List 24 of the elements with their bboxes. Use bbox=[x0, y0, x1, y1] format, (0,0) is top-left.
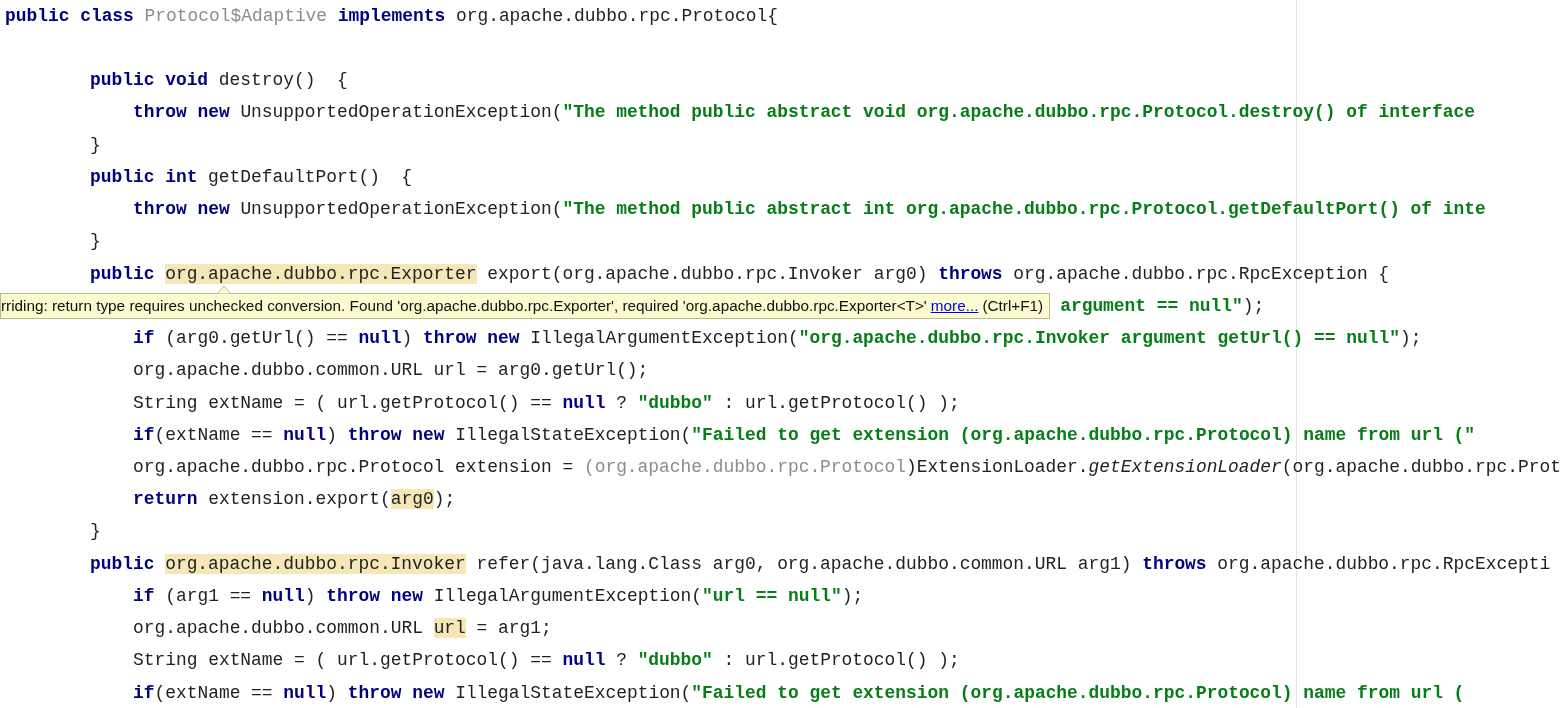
code-line: public class Protocol$Adaptive implements org.apache.dubbo.rpc.Protocol{ bbox=[5, 4, 779, 28]
code-line: public int getDefaultPort() { bbox=[90, 165, 413, 189]
code-line: if(extName == null) throw new IllegalStateException("Failed to get extension (org.apache.dubbo.rpc.Protocol) name from url (" bbox=[133, 423, 1476, 447]
code-line: public org.apache.dubbo.rpc.Exporter export(org.apache.dubbo.rpc.Invoker arg0) throws org.apache.dubbo.rpc.RpcException { bbox=[90, 262, 1390, 286]
code-line: String extName = ( url.getProtocol() == null ? "dubbo" : url.getProtocol() ); bbox=[133, 391, 960, 415]
code-line: public org.apache.dubbo.rpc.Invoker refer(java.lang.Class arg0, org.apache.dubbo.common.URL arg1) throws org.apache.dubbo.rpc.RpcExcepti bbox=[90, 552, 1551, 576]
code-line: } bbox=[90, 230, 101, 254]
code-line: } bbox=[90, 520, 101, 544]
code-line: throw new UnsupportedOperationException("The method public abstract int org.apache.dubbo.rpc.Protocol.getDefaultPort() of inte bbox=[133, 198, 1486, 222]
tooltip-text: rriding: return type requires unchecked conversion. Found 'org.apache.dubbo.rpc.Exporter', required 'org.apache.dubbo.rpc.Exporter<T>' bbox=[1, 295, 927, 316]
code-line: if(extName == null) throw new IllegalStateException("Failed to get extension (org.apache.dubbo.rpc.Protocol) name from url ( bbox=[133, 681, 1465, 705]
code-line: public void destroy() { bbox=[90, 69, 348, 93]
code-line: org.apache.dubbo.rpc.Protocol extension = (org.apache.dubbo.rpc.Protocol)ExtensionLoader.getExtensionLoader(org.apache.dubbo.rpc.Prot bbox=[133, 455, 1561, 479]
code-line: return extension.export(arg0); bbox=[133, 488, 456, 512]
code-line: if (arg0.getUrl() == null) throw new IllegalArgumentException("org.apache.dubbo.rpc.Invoker argument getUrl() == null"); bbox=[133, 327, 1422, 351]
code-line: if (arg1 == null) throw new IllegalArgumentException("url == null"); bbox=[133, 584, 864, 608]
code-line: throw new UnsupportedOperationException("The method public abstract void org.apache.dubbo.rpc.Protocol.destroy() of interface bbox=[133, 101, 1476, 125]
code-line: } bbox=[90, 133, 101, 157]
code-line: argument == null"); bbox=[1060, 294, 1265, 318]
code-line: org.apache.dubbo.common.URL url = arg1; bbox=[133, 617, 552, 641]
more-link[interactable]: more... bbox=[930, 294, 979, 318]
code-line: org.apache.dubbo.common.URL url = arg0.getUrl(); bbox=[133, 359, 649, 383]
code-line: String extName = ( url.getProtocol() == null ? "dubbo" : url.getProtocol() ); bbox=[133, 649, 960, 673]
shortcut-hint: (Ctrl+F1) bbox=[982, 295, 1044, 316]
